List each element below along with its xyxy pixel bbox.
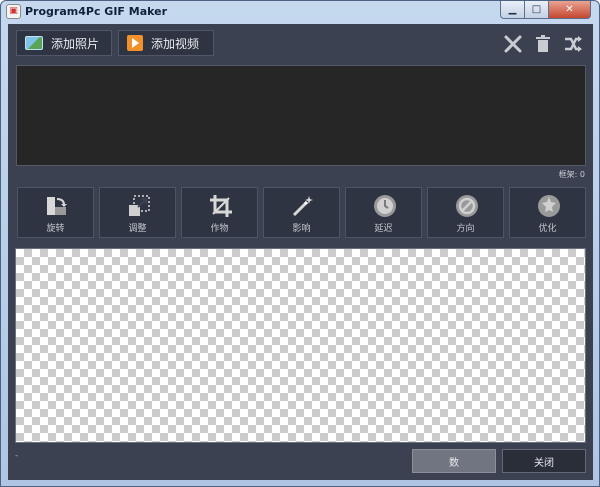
effects-label: 影响 — [292, 224, 311, 234]
window-title: Program4Pc GIF Maker — [25, 5, 168, 18]
image-list[interactable] — [16, 65, 586, 166]
close-button[interactable]: 关闭 — [502, 449, 586, 473]
direction-button[interactable]: 方向 — [427, 187, 504, 238]
optimize-icon — [538, 195, 560, 217]
add-photo-button[interactable]: 添加照片 — [16, 30, 112, 56]
rotate-label: 旋转 — [46, 224, 65, 234]
crop-label: 作物 — [210, 224, 229, 234]
video-icon — [127, 35, 143, 51]
delay-label: 延迟 — [374, 224, 393, 234]
optimize-label: 优化 — [538, 224, 557, 234]
edit-tools: 旋转 调整 作物 影响 延迟 方向 优化 — [17, 187, 586, 238]
rotate-icon — [47, 197, 67, 215]
app-icon: ▣ — [6, 4, 21, 19]
save-button[interactable]: 数 — [412, 449, 496, 473]
maximize-button[interactable]: □ — [525, 1, 549, 19]
photo-icon — [25, 36, 43, 50]
status-indicator: - — [15, 451, 19, 461]
delete-icon[interactable] — [503, 34, 523, 54]
frame-count: 框架: 0 — [558, 170, 585, 179]
effects-button[interactable]: 影响 — [263, 187, 340, 238]
resize-button[interactable]: 调整 — [99, 187, 176, 238]
add-video-button[interactable]: 添加视频 — [118, 30, 214, 56]
list-tools — [503, 34, 583, 54]
close-window-button[interactable]: ✕ — [549, 1, 591, 19]
direction-label: 方向 — [456, 224, 475, 234]
delay-button[interactable]: 延迟 — [345, 187, 422, 238]
minimize-button[interactable]: ▁ — [500, 1, 525, 19]
clock-icon — [374, 195, 396, 217]
resize-label: 调整 — [128, 224, 147, 234]
title-bar[interactable]: ▣ Program4Pc GIF Maker ▁ □ ✕ — [1, 1, 599, 23]
resize-icon — [129, 195, 150, 216]
rotate-button[interactable]: 旋转 — [17, 187, 94, 238]
trash-icon[interactable] — [533, 34, 553, 54]
crop-button[interactable]: 作物 — [181, 187, 258, 238]
optimize-button[interactable]: 优化 — [509, 187, 586, 238]
crop-icon — [210, 195, 232, 217]
window-controls: ▁ □ ✕ — [500, 1, 591, 19]
app-window: ▣ Program4Pc GIF Maker ▁ □ ✕ 添加照片 添加视频 框… — [0, 0, 600, 487]
add-photo-label: 添加照片 — [51, 36, 100, 51]
shuffle-icon[interactable] — [563, 34, 583, 54]
direction-icon — [456, 195, 478, 217]
preview-canvas[interactable] — [15, 248, 586, 443]
add-video-label: 添加视频 — [151, 36, 200, 51]
magic-wand-icon — [292, 196, 313, 217]
main-panel: 添加照片 添加视频 框架: 0 旋转 调整 作物 影响 延迟 方向 优化 - 数… — [8, 24, 593, 480]
